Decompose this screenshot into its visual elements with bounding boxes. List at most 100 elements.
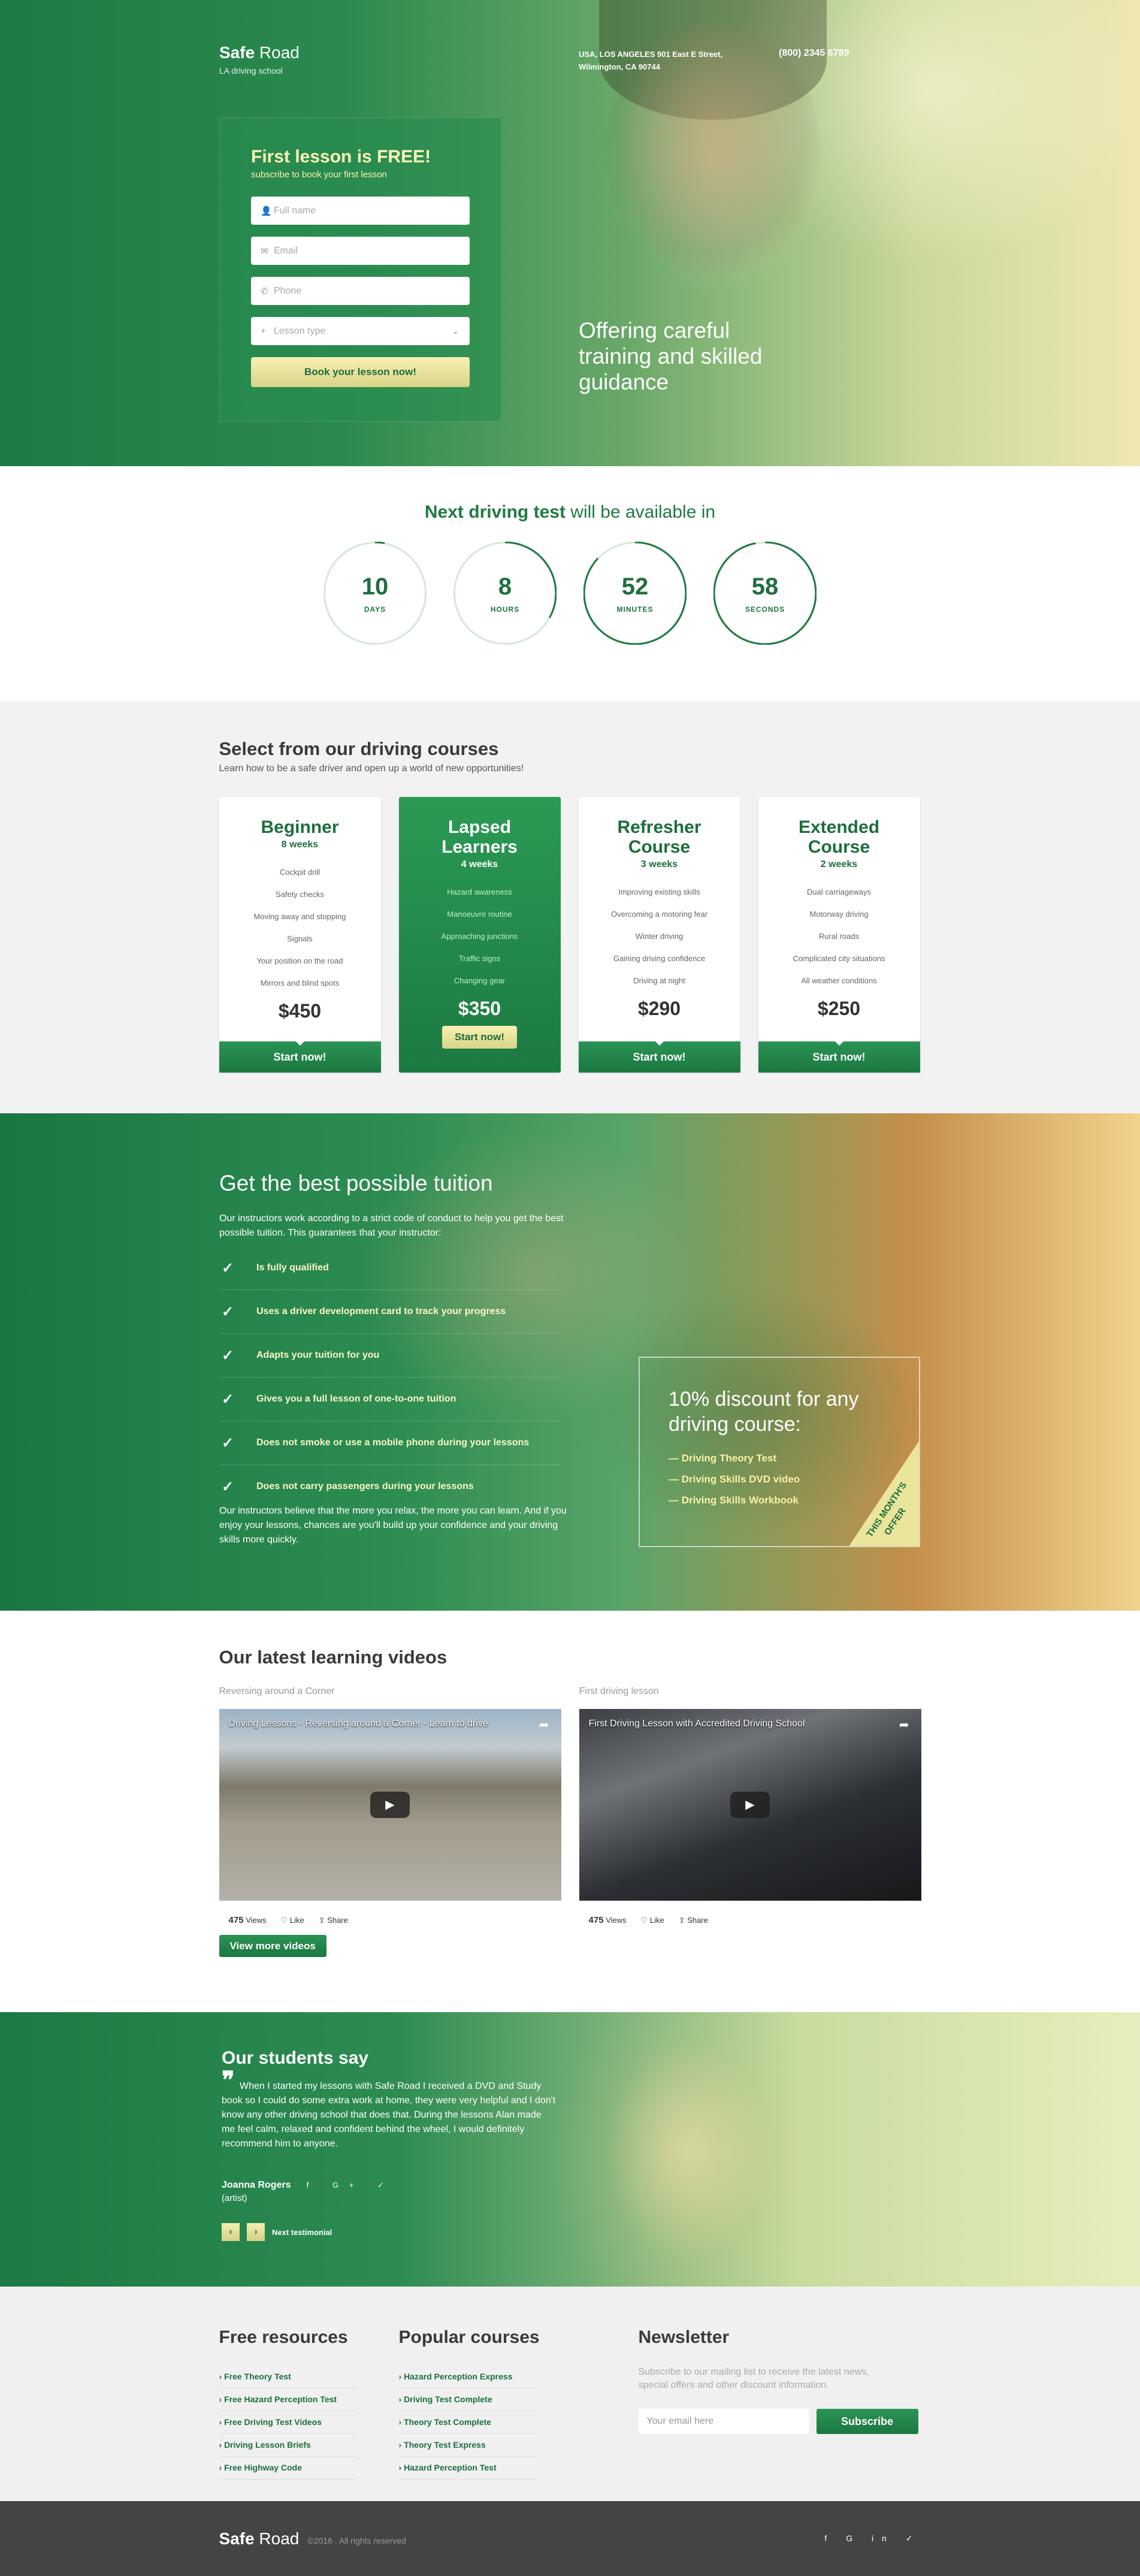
footer-logo[interactable]: Safe Road — [219, 2529, 300, 2548]
share-button[interactable]: ⇪ Share — [679, 1916, 708, 1925]
form-subtitle: subscribe to book your first lesson — [251, 170, 387, 180]
check-icon: ✓ — [222, 1391, 234, 1408]
quote-open-icon: ❞ — [222, 2067, 235, 2094]
popular-course-link[interactable]: Theory Test Complete — [398, 2411, 537, 2434]
course-topic: Complicated city situations — [793, 954, 885, 963]
view-count-label: Views — [606, 1916, 627, 1925]
lesson-type-select[interactable]: + Lesson type ⌄ — [251, 317, 470, 345]
view-count: 475 Views — [589, 1915, 627, 1925]
course-title-line: Course — [808, 837, 870, 857]
footer-social-icons[interactable]: f G in ✓ — [824, 2533, 921, 2544]
videos-title: Our latest learning videos — [219, 1647, 447, 1668]
course-title: Refresher Course — [579, 817, 740, 857]
course-topic: Gaining driving confidence — [613, 954, 706, 963]
resource-link[interactable]: Free Theory Test — [219, 2366, 357, 2388]
course-topics: Hazard awareness Manoeuvre routine Approac… — [399, 881, 561, 992]
quote-text: When I started my lessons with Safe Road… — [222, 2081, 556, 2149]
share-button[interactable]: ⇪ Share — [319, 1916, 348, 1925]
resource-link[interactable]: Driving Lesson Briefs — [219, 2434, 357, 2457]
discount-box: 10% discount for any driving course: — D… — [639, 1357, 920, 1547]
check-icon: ✓ — [222, 1260, 234, 1276]
course-title-line: Lapsed — [447, 817, 512, 837]
logo[interactable]: Safe Road — [219, 43, 300, 62]
timer-progress-ring — [323, 542, 427, 645]
video-title[interactable]: Driving Lessons - Reversing around a Cor… — [229, 1719, 488, 1729]
course-topic: Traffic signs — [458, 954, 501, 963]
start-now-button[interactable]: Start now! — [578, 1041, 740, 1073]
video-title[interactable]: First Driving Lesson with Accredited Dri… — [589, 1719, 805, 1729]
tuition-intro: Our instructors work according to a stri… — [219, 1213, 564, 1238]
tagline: LA driving school — [219, 66, 283, 76]
subscribe-button[interactable]: Subscribe — [816, 2409, 918, 2434]
prev-testimonial-button[interactable]: ‹ — [222, 2223, 240, 2241]
video-player[interactable]: Driving Lessons - Reversing around a Cor… — [219, 1709, 561, 1901]
video-stats: 475 Views ♡ Like ⇪ Share — [219, 1915, 561, 1925]
course-title: Beginner — [219, 817, 381, 837]
course-topic: Moving away and stopping — [253, 912, 346, 921]
videos-section: Our latest learning videos Reversing aro… — [0, 1611, 1140, 2012]
like-label: Like — [289, 1915, 304, 1925]
phone-field[interactable]: ✆ Phone — [251, 277, 470, 305]
popular-course-link[interactable]: Theory Test Express — [398, 2434, 537, 2457]
email-placeholder: Email — [274, 245, 298, 256]
course-topic: Changing gear — [453, 976, 506, 985]
resource-link[interactable]: Free Highway Code — [219, 2457, 357, 2480]
like-button[interactable]: ♡ Like — [281, 1916, 304, 1925]
popular-course-link[interactable]: Hazard Perception Test — [398, 2457, 537, 2480]
countdown-title-bold: Next driving test — [424, 502, 566, 522]
monthly-offer-ribbon: THIS MONTH'S OFFER — [849, 1441, 919, 1546]
course-topic: Mirrors and blind spots — [260, 979, 340, 987]
video-card: First driving lesson First Driving Lesson… — [579, 1686, 921, 1925]
discount-title: 10% discount for any driving course: — [669, 1388, 859, 1436]
address-line: Wilmington, CA 90744 — [579, 62, 660, 71]
countdown-title-rest: will be available in — [565, 502, 716, 522]
start-now-button[interactable]: Start now! — [758, 1041, 920, 1073]
footer-links: Free resources Free Theory TestFree Haza… — [0, 2287, 1140, 2501]
checklist-text: Is fully qualified — [256, 1263, 329, 1273]
like-button[interactable]: ♡ Like — [641, 1916, 664, 1925]
course-price: $250 — [817, 998, 861, 1019]
name-field[interactable]: 👤 Full name — [251, 197, 470, 225]
author-social-icons[interactable]: f G+ ✓ — [307, 2181, 395, 2190]
lesson-placeholder: Lesson type — [274, 325, 326, 336]
video-player[interactable]: First Driving Lesson with Accredited Dri… — [579, 1709, 921, 1901]
view-more-videos-button[interactable]: View more videos — [219, 1935, 326, 1957]
course-topic: Rural roads — [818, 932, 860, 941]
testimonial-title: Our students say — [222, 2048, 369, 2068]
testimonial-quote: ❞ When I started my lessons with Safe Ro… — [222, 2068, 557, 2151]
play-icon[interactable]: ▶ — [370, 1792, 410, 1818]
booking-form: First lesson is FREE! subscribe to book … — [219, 117, 501, 422]
phone-number[interactable]: (800) 2345 6789 — [779, 48, 849, 59]
course-price: $290 — [637, 998, 681, 1019]
video-card: Reversing around a Corner Driving Lessons… — [219, 1686, 561, 1925]
play-icon[interactable]: ▶ — [730, 1792, 770, 1818]
heart-icon: ♡ — [640, 1915, 650, 1925]
start-now-button[interactable]: Start now! — [442, 1026, 517, 1049]
free-resources: Free resources Free Theory TestFree Haza… — [219, 2327, 399, 2480]
book-lesson-button[interactable]: Book your lesson now! — [251, 357, 470, 387]
course-title-line: Refresher — [617, 817, 701, 837]
popular-course-link[interactable]: Hazard Perception Express — [398, 2366, 537, 2388]
next-testimonial-link[interactable]: Next testimonial — [272, 2228, 332, 2237]
checklist-item: ✓ Adapts your tuition for you — [219, 1334, 561, 1378]
course-title: Extended Course — [758, 817, 920, 857]
share-label: Share — [327, 1915, 348, 1925]
resource-link[interactable]: Free Driving Test Videos — [219, 2411, 357, 2434]
footer-logo-rest: Road — [254, 2529, 300, 2548]
course-topics: Dual carriageways Motorway driving Rural r… — [758, 881, 920, 992]
start-now-button[interactable]: Start now! — [219, 1041, 381, 1073]
newsletter-email-input[interactable]: Your email here — [638, 2409, 809, 2434]
course-card: Lapsed Learners 4 weeks Hazard awareness Man… — [398, 797, 561, 1073]
email-field[interactable]: ✉ Email — [251, 237, 470, 265]
share-icon[interactable]: ➦ — [539, 1717, 549, 1732]
course-topic: All weather conditions — [801, 976, 877, 985]
hero-headline-line: guidance — [579, 370, 669, 394]
video-list: Reversing around a Corner Driving Lessons… — [219, 1686, 921, 1925]
popular-course-link[interactable]: Driving Test Complete — [398, 2388, 537, 2411]
countdown-timer: 52 MINUTES — [583, 542, 687, 645]
resource-link[interactable]: Free Hazard Perception Test — [219, 2388, 357, 2411]
share-icon[interactable]: ➦ — [899, 1717, 909, 1732]
checklist-item: ✓ Does not carry passengers during your l… — [219, 1465, 561, 1509]
courses-section: Select from our driving courses Learn ho… — [0, 701, 1140, 1113]
next-testimonial-arrow-button[interactable]: › — [247, 2223, 265, 2241]
